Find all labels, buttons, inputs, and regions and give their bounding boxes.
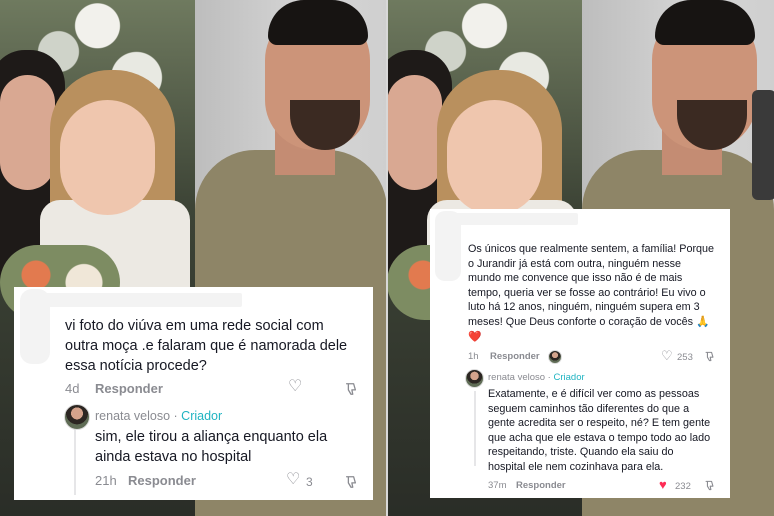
- comment-text: vi foto do viúva em uma rede social com …: [65, 318, 348, 374]
- replier-avatar: [548, 350, 562, 364]
- divider: [386, 0, 388, 516]
- comment-text: Os únicos que realmente sentem, a famíli…: [468, 243, 715, 343]
- reply-reply-button[interactable]: Responder: [128, 473, 196, 488]
- heart-icon[interactable]: ♡: [288, 379, 302, 395]
- reply-author[interactable]: renata veloso · Criador: [95, 409, 222, 423]
- reply-reply-button[interactable]: Responder: [516, 480, 566, 491]
- redacted-username: [22, 293, 242, 307]
- redacted-avatar: [20, 289, 50, 364]
- dislike-icon[interactable]: [704, 480, 715, 491]
- comment-time: 4d: [65, 381, 80, 396]
- red-heart-emoji: ❤️: [468, 330, 482, 343]
- reply-author[interactable]: renata veloso · Criador: [488, 372, 585, 383]
- reply-button[interactable]: Responder: [490, 351, 540, 362]
- avatar[interactable]: [465, 369, 484, 388]
- comment-time: 1h: [468, 351, 479, 362]
- comment-card-left: vi foto do viúva em uma rede social com …: [14, 287, 373, 500]
- heart-icon[interactable]: ♡: [661, 349, 673, 362]
- like-count: 232: [675, 481, 691, 492]
- redacted-avatar: [435, 211, 461, 281]
- reply-time: 21h: [95, 473, 117, 488]
- reply-time: 37m: [488, 480, 507, 491]
- creator-badge: Criador: [553, 372, 585, 383]
- reply-thread-line: [474, 391, 476, 466]
- like-count: 3: [306, 475, 313, 489]
- dislike-icon[interactable]: [344, 475, 358, 489]
- dislike-icon[interactable]: [704, 351, 715, 362]
- reply-thread-line: [74, 427, 76, 495]
- reply-text: Exatamente, e é difícil ver como as pess…: [488, 388, 711, 473]
- dislike-icon[interactable]: [344, 382, 358, 396]
- heart-icon[interactable]: ♡: [286, 472, 300, 488]
- like-count: 253: [677, 352, 693, 363]
- creator-badge: Criador: [181, 409, 223, 423]
- heart-icon[interactable]: ♥: [659, 478, 667, 491]
- reply-text: sim, ele tirou a aliança enquanto ela ai…: [95, 429, 328, 465]
- comment-card-right: Os únicos que realmente sentem, a famíli…: [430, 209, 730, 498]
- avatar[interactable]: [64, 404, 90, 430]
- reply-button[interactable]: Responder: [95, 381, 163, 396]
